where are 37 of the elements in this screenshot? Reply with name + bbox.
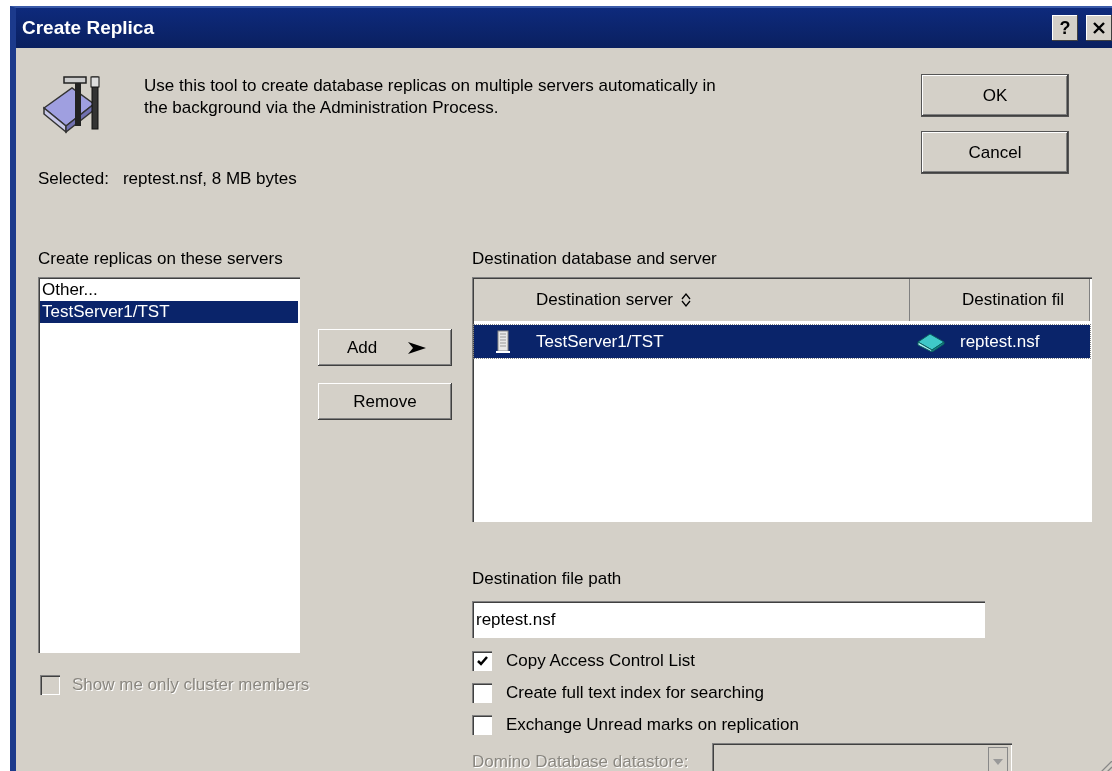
servers-label: Create replicas on these servers [38,248,284,270]
checkbox-label: Copy Access Control List [506,651,695,671]
book-icon [916,331,946,352]
table-cell: reptest.nsf [960,331,1040,352]
column-header[interactable]: Destination fil [910,279,1090,321]
close-icon [1093,22,1105,34]
server-list-item[interactable]: TestServer1/TST [40,301,298,323]
dropdown-arrow-icon [988,747,1009,771]
file-path-label: Destination file path [472,568,623,590]
checkbox[interactable] [472,651,492,671]
checkbox-label: Create full text index for searching [506,683,764,703]
selected-value: reptest.nsf, 8 MB bytes [122,169,297,189]
datastore-label: Domino Database datastore: [472,752,689,771]
destination-label: Destination database and server [472,248,718,270]
close-button[interactable] [1086,15,1112,41]
table-cell: TestServer1/TST [536,331,664,352]
checkbox[interactable] [472,683,492,703]
checkmark-icon [475,654,489,668]
server-icon [496,329,510,354]
ok-button[interactable]: OK [922,75,1068,116]
checkbox-label: Show me only cluster members [72,675,310,695]
file-path-field[interactable]: reptest.nsf [472,601,985,638]
checkbox[interactable] [472,715,492,735]
add-button[interactable]: Add [318,329,452,366]
description-text: Use this tool to create database replicas on multiple servers automatically in the background via the Administration Process. [144,75,717,119]
arrow-right-icon [407,340,428,355]
selected-label: Selected: [38,169,109,189]
sort-icon [681,292,691,308]
remove-button[interactable]: Remove [318,383,452,420]
destination-row[interactable]: TestServer1/TST reptest.nsf [474,325,1090,358]
help-button[interactable]: ? [1052,15,1078,41]
datastore-dropdown[interactable] [712,743,1013,771]
checkbox-label: Exchange Unread marks on replication [506,715,799,735]
server-list-item[interactable]: Other... [40,279,298,301]
cancel-button[interactable]: Cancel [922,132,1068,173]
window-title: Create Replica [22,17,154,39]
column-header[interactable]: Destination server [474,279,910,321]
